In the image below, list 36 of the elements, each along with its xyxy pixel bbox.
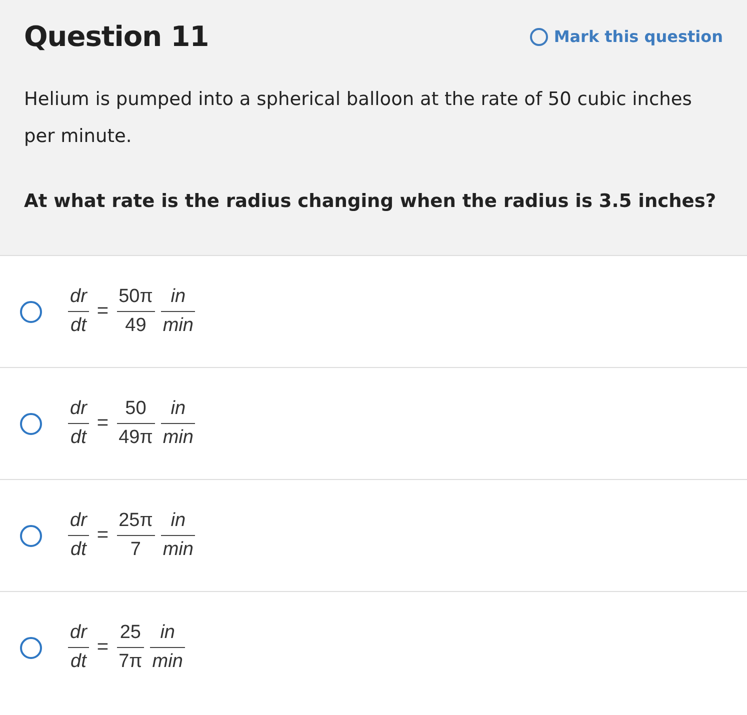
radio-button[interactable]: [20, 412, 42, 434]
fraction-numerator: dr: [68, 398, 89, 424]
question-text: Helium is pumped into a spherical balloon at the rate of 50 cubic inches per minute.: [24, 88, 693, 149]
fraction-denominator: dt: [70, 426, 88, 449]
fraction-denominator: 7π: [118, 650, 144, 673]
fraction-numerator: 50: [116, 398, 155, 424]
fraction-denominator: min: [162, 314, 194, 337]
equals-sign: =: [96, 524, 110, 547]
fraction-numerator: 25: [116, 622, 144, 648]
fraction-denominator: dt: [70, 650, 88, 673]
fraction-numerator: in: [160, 510, 196, 536]
mark-question-button[interactable]: Mark this question: [530, 27, 723, 46]
fraction-numerator: in: [160, 286, 196, 312]
equals-sign: =: [96, 636, 110, 659]
equals-sign: =: [96, 412, 110, 435]
fraction-denominator: min: [162, 426, 194, 449]
fraction-numerator: 25π: [116, 510, 155, 536]
radio-button[interactable]: [20, 524, 42, 546]
fraction-denominator: min: [151, 650, 184, 673]
fraction-denominator: dt: [70, 314, 88, 337]
question-title: Question 11: [24, 20, 209, 53]
fraction-denominator: min: [162, 538, 194, 561]
radio-button[interactable]: [20, 636, 42, 658]
fraction-numerator: in: [150, 622, 185, 648]
radio-button[interactable]: [20, 300, 42, 322]
fraction-numerator: 50π: [116, 286, 155, 312]
fraction-numerator: dr: [68, 286, 89, 312]
fraction-numerator: dr: [68, 622, 89, 648]
fraction-denominator: 49π: [118, 426, 154, 449]
fraction-denominator: dt: [70, 538, 88, 561]
equals-sign: =: [96, 300, 110, 323]
question-prompt: At what rate is the radius changing when the radius is 3.5 inches?: [24, 190, 718, 214]
fraction-numerator: dr: [68, 510, 89, 536]
fraction-numerator: in: [160, 398, 196, 424]
fraction-denominator: 49: [124, 314, 148, 337]
fraction-denominator: 7: [129, 538, 142, 561]
